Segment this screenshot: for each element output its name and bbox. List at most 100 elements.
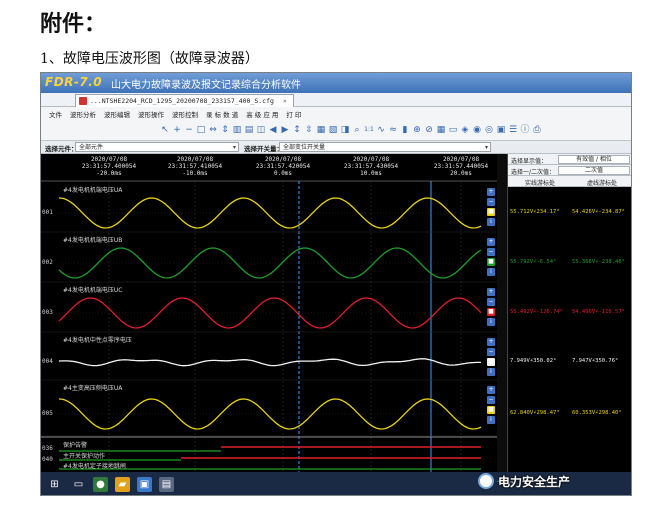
channel-info-icon[interactable]: i xyxy=(487,268,495,276)
zoom-fit-icon[interactable]: □ xyxy=(195,124,207,136)
zoom-in-icon[interactable]: + xyxy=(487,238,495,246)
zoom-in-icon[interactable]: + xyxy=(487,188,495,196)
move-right-icon[interactable]: ▶ xyxy=(279,124,291,136)
zoom-x-icon[interactable]: ⇔ xyxy=(207,124,219,136)
tab-file[interactable]: ...NTSHE2204_RCD_1295_20200708_233157_40… xyxy=(75,94,294,107)
timestamp-label: 2020/07/08 23:31:57.410054 -10.0ms xyxy=(155,156,235,177)
target-icon[interactable]: ◎ xyxy=(483,124,495,136)
timestamp-date: 2020/07/08 xyxy=(352,156,390,163)
timestamp-offset: 10.0ms xyxy=(360,170,382,177)
digital-channel-label: 保护告警 xyxy=(63,442,88,449)
zoom-y-icon[interactable]: ⇕ xyxy=(219,124,231,136)
windows-start-icon[interactable]: ⊞ xyxy=(47,477,62,492)
display-value-select[interactable]: 有效值 / 相位 xyxy=(558,155,630,164)
channel-controls: + − ■ i xyxy=(485,338,497,378)
close-icon[interactable]: × xyxy=(283,97,287,105)
switch-select[interactable]: 全部变位开关量 ▾ xyxy=(279,142,491,152)
value-column-headers: 实线游标处 虚线游标处 xyxy=(508,176,631,187)
channel-color-icon[interactable]: ■ xyxy=(487,308,495,316)
menu-item-2[interactable]: 波形编辑 xyxy=(104,109,130,119)
wave-icon[interactable]: ∿ xyxy=(375,124,387,136)
zoom-out-icon[interactable]: − xyxy=(487,396,495,404)
channel-color-icon[interactable]: ■ xyxy=(487,208,495,216)
timestamp-date: 2020/07/08 xyxy=(264,156,302,163)
zoom-out-icon[interactable]: − xyxy=(487,298,495,306)
print-icon[interactable]: ⎙ xyxy=(531,124,543,136)
app-icon[interactable]: ▣ xyxy=(137,477,152,492)
phase-icon[interactable]: ⊕ xyxy=(411,124,423,136)
timestamp-time: 23:31:57.410054 xyxy=(167,163,223,170)
zoom-in-icon[interactable]: + xyxy=(487,288,495,296)
channel-info-icon[interactable]: i xyxy=(487,218,495,226)
vertical-fit-icon[interactable]: ⇳ xyxy=(303,124,315,136)
solid-cursor-value: 55.792V∠-6.54° xyxy=(510,259,557,265)
channel-color-icon[interactable]: ■ xyxy=(487,358,495,366)
ratio-icon[interactable]: 1:1 xyxy=(363,124,375,136)
menu-item-4[interactable]: 波形控制 xyxy=(172,109,198,119)
screenshot-window: FDR-7.0 山大电力故障录波及报文记录综合分析软件 ...NTSHE2204… xyxy=(40,72,632,496)
element-select-label: 选择元件： xyxy=(45,145,78,153)
zoom-out-icon[interactable]: − xyxy=(183,124,195,136)
waveform-plot[interactable]: 2020/07/08 23:31:57.400054 -20.0ms 2020/07/… xyxy=(41,154,497,472)
document-heading: 附件： xyxy=(40,12,107,37)
channel-info-icon[interactable]: i xyxy=(487,416,495,424)
ratio-label: 选择一/二次值： xyxy=(511,169,556,176)
menu-item-5[interactable]: 录 标 数 道 xyxy=(206,109,238,119)
cursor-icon[interactable]: ◫ xyxy=(255,124,267,136)
menu-item-3[interactable]: 波形操作 xyxy=(138,109,164,119)
list-icon[interactable]: ☰ xyxy=(507,124,519,136)
channel-color-icon[interactable]: ■ xyxy=(487,258,495,266)
menu-item-0[interactable]: 文件 xyxy=(49,109,62,119)
vector-icon[interactable]: ⊘ xyxy=(423,124,435,136)
channel-color-icon[interactable]: ■ xyxy=(487,406,495,414)
zoom-in-icon[interactable]: + xyxy=(171,124,183,136)
digital-channel-number: 040 xyxy=(42,456,53,463)
mark-icon[interactable]: ◨ xyxy=(339,124,351,136)
wechat-icon[interactable]: ● xyxy=(93,477,108,492)
ratio-select[interactable]: 二次值 xyxy=(558,166,630,175)
move-left-icon[interactable]: ◀ xyxy=(267,124,279,136)
file-icon xyxy=(79,97,87,105)
toolbar: ↖ + − □ ⇔ ⇕ ▥ ▤ ◫ ◀ ▶ ↕ ⇳ ▦ ▧ ◨ ⌕ 1:1 ∿ ≈ ▮ ⊕ ⊘ ▦ ▭ ◈ ◉ ◎ ▣ ☰ ⓘ ⎙ xyxy=(41,120,631,141)
zoom-out-icon[interactable]: − xyxy=(487,348,495,356)
fdr-app-icon[interactable]: ▤ xyxy=(159,477,174,492)
zoom-in-icon[interactable]: + xyxy=(487,338,495,346)
grid-line-icon[interactable]: ▧ xyxy=(327,124,339,136)
zoom-out-icon[interactable]: − xyxy=(487,198,495,206)
monitor-icon[interactable]: ▭ xyxy=(447,124,459,136)
channel-info-icon[interactable]: i xyxy=(487,318,495,326)
task-view-icon[interactable]: ▭ xyxy=(71,477,86,492)
pointer-icon[interactable]: ↖ xyxy=(159,124,171,136)
bar-chart-icon[interactable]: ▮ xyxy=(399,124,411,136)
channel-info-icon[interactable]: i xyxy=(487,368,495,376)
solid-cursor-header: 实线游标处 xyxy=(524,180,555,187)
menu-item-6[interactable]: 高 级 应 用 xyxy=(246,109,278,119)
channel-label: #4发电机机端电压UA xyxy=(63,187,123,194)
color-icon[interactable]: ◉ xyxy=(471,124,483,136)
dashed-cursor-value: 60.353V∠298.40° xyxy=(572,410,622,416)
stretch-icon[interactable]: ▥ xyxy=(231,124,243,136)
harmonic-icon[interactable]: ≈ xyxy=(387,124,399,136)
shield-icon[interactable]: ◈ xyxy=(459,124,471,136)
table-icon[interactable]: ▦ xyxy=(435,124,447,136)
menu-bar: 文件 波形分析 波形编辑 波形操作 波形控制录 标 数 道高 级 应 用打 印 xyxy=(41,107,631,120)
menu-item-7[interactable]: 打 印 xyxy=(286,109,301,119)
info-icon[interactable]: ⓘ xyxy=(519,124,531,136)
dashed-cursor-header: 虚线游标处 xyxy=(586,180,617,187)
menu-item-1[interactable]: 波形分析 xyxy=(70,109,96,119)
channel-label: #4发电机中性点零序电压 xyxy=(63,337,132,344)
plot-vertical-scrollbar[interactable] xyxy=(497,154,507,472)
zoom-in-icon[interactable]: + xyxy=(487,386,495,394)
element-select[interactable]: 全部元件 ▾ xyxy=(75,142,239,152)
grid-icon[interactable]: ▦ xyxy=(315,124,327,136)
zoom-out-icon[interactable]: − xyxy=(487,248,495,256)
shrink-icon[interactable]: ▤ xyxy=(243,124,255,136)
timestamp-date: 2020/07/08 xyxy=(176,156,214,163)
timestamp-label: 2020/07/08 23:31:57.400054 -20.0ms xyxy=(69,156,149,177)
picture-icon[interactable]: ▣ xyxy=(495,124,507,136)
channel-label: #4发电机机端电压UC xyxy=(63,287,123,294)
digital-channel-label: #4发电机定子接地跳闸 xyxy=(63,463,126,470)
search-icon[interactable]: ⌕ xyxy=(351,124,363,136)
folder-icon[interactable]: ▰ xyxy=(115,477,130,492)
vertical-expand-icon[interactable]: ↕ xyxy=(291,124,303,136)
